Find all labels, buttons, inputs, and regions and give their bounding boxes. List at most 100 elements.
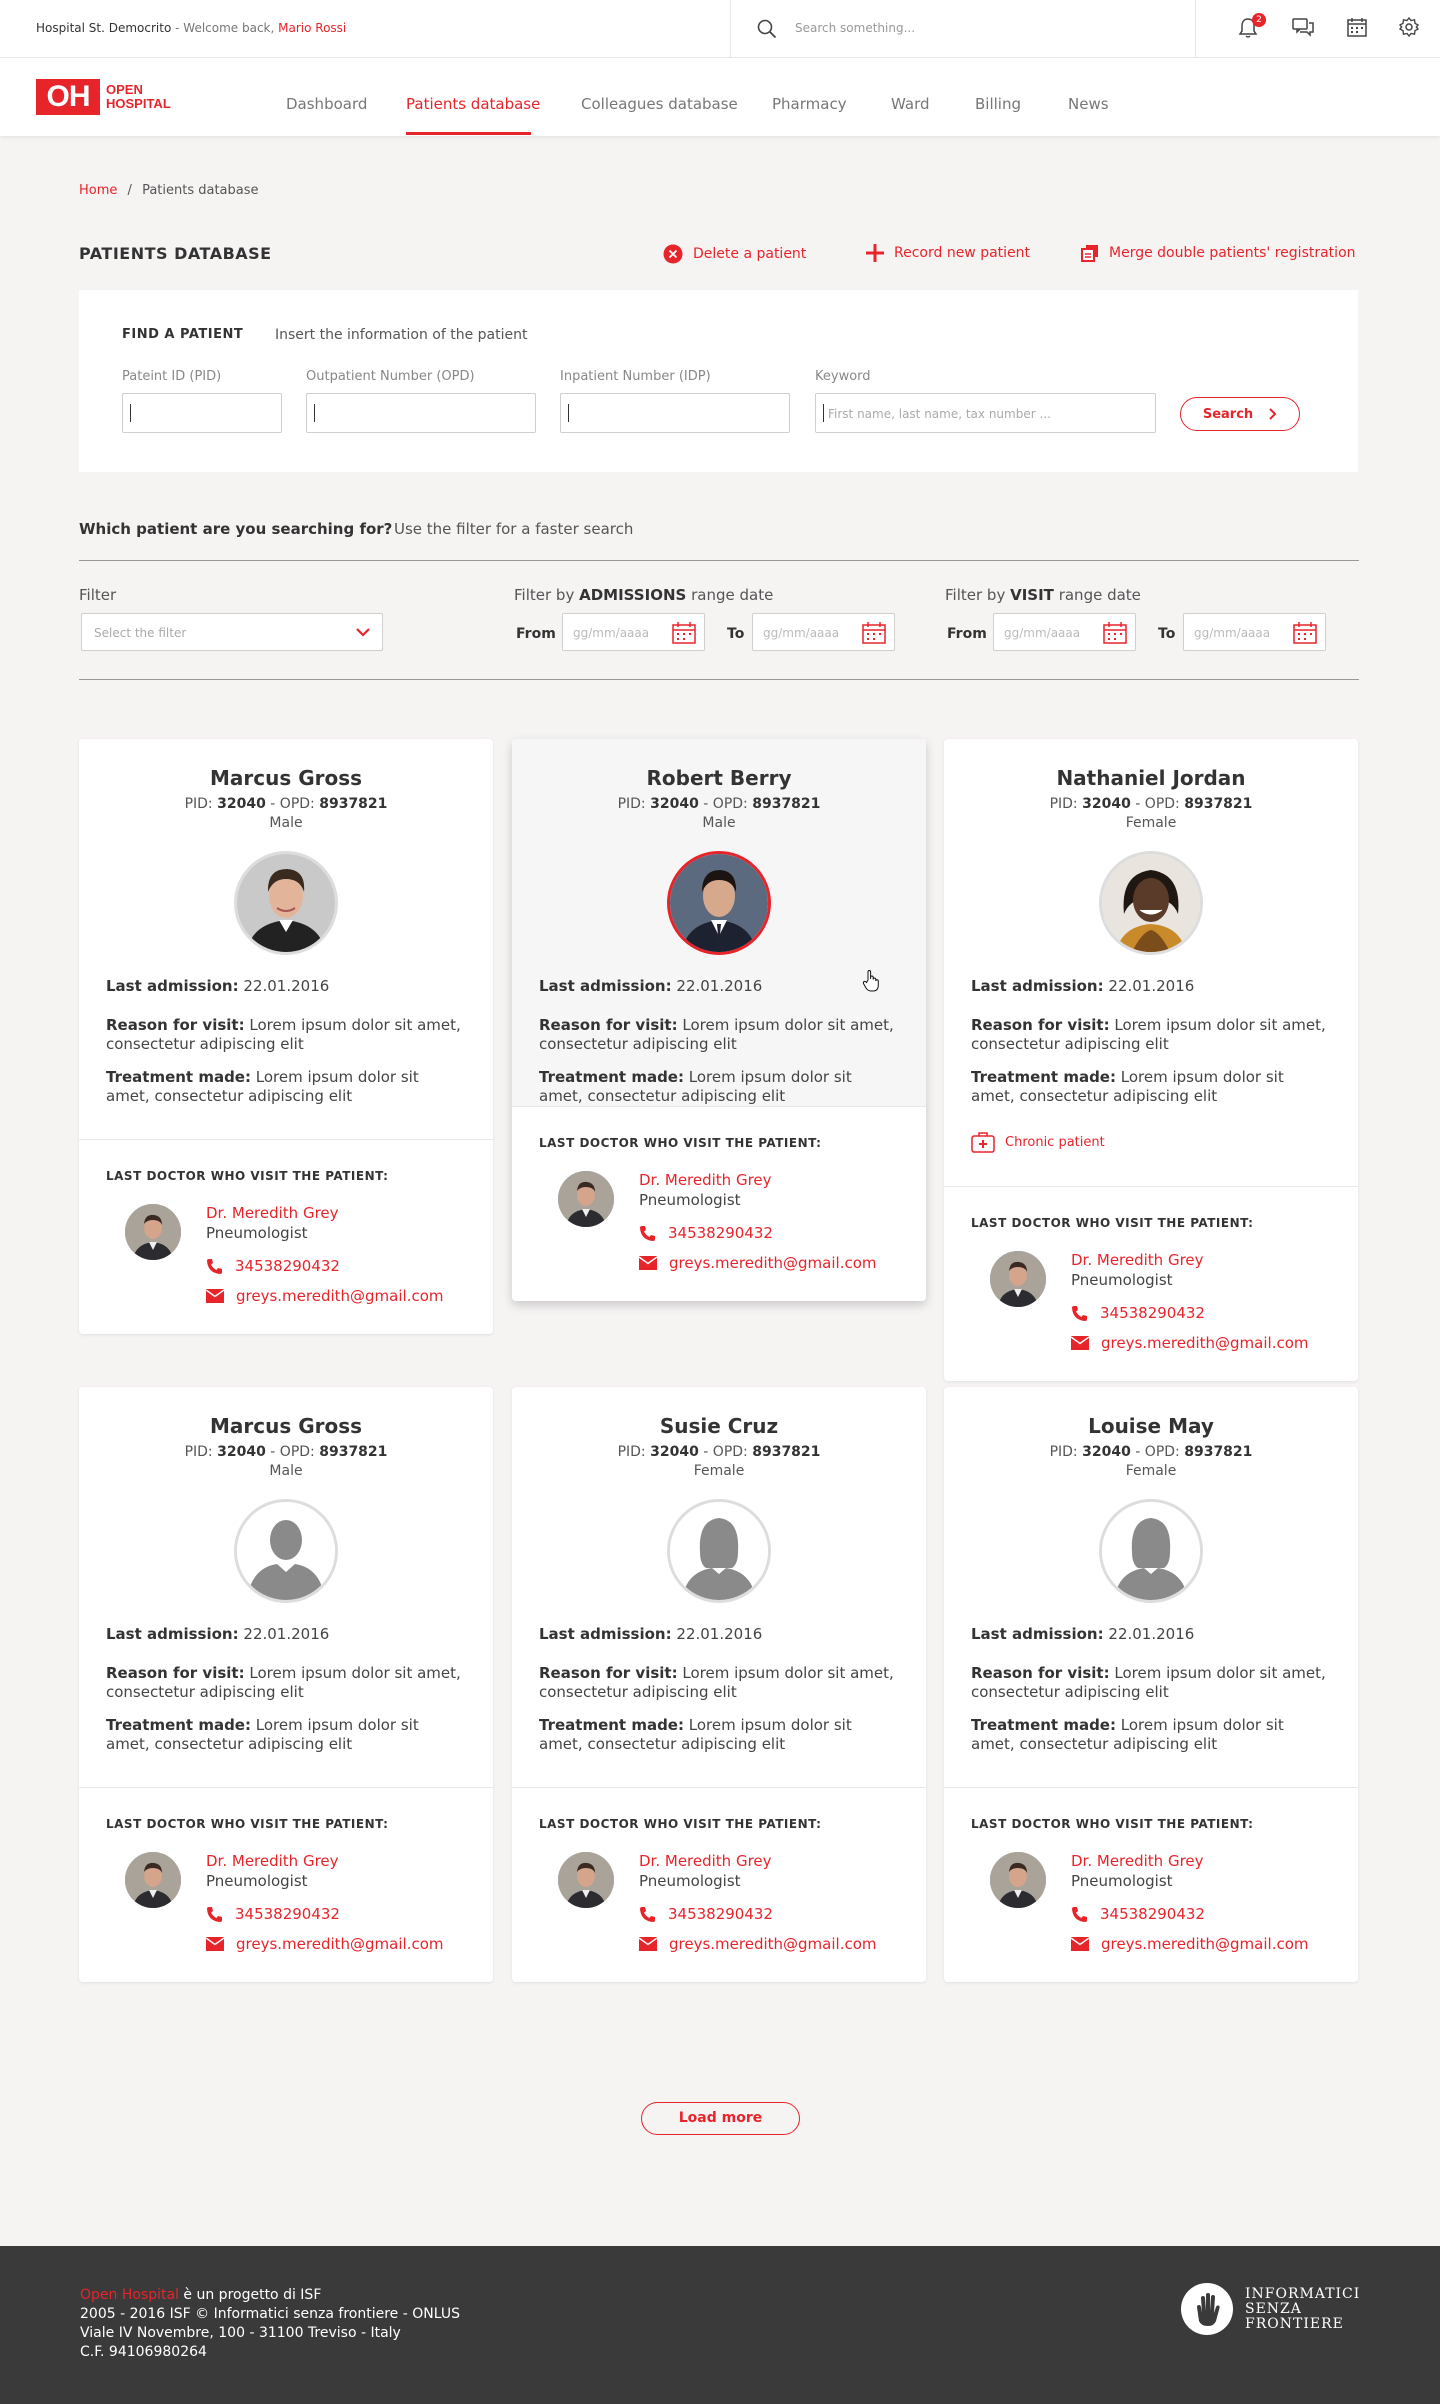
visit-from-date[interactable]: gg/mm/aaaa — [993, 613, 1136, 651]
reason-for-visit: Reason for visit: Lorem ipsum dolor sit … — [539, 1016, 894, 1053]
patient-photo-image — [1102, 854, 1200, 952]
patient-gender: Male — [269, 815, 303, 831]
doctor-phone[interactable]: 34538290432 — [639, 1905, 773, 1923]
nav-pharmacy[interactable]: Pharmacy — [772, 95, 847, 113]
global-search[interactable]: Search something... — [730, 0, 1196, 58]
patient-card[interactable]: Marcus Gross PID: 32040 - OPD: 8937821 M… — [79, 1387, 493, 1982]
patient-card[interactable]: Louise May PID: 32040 - OPD: 8937821 Fem… — [944, 1387, 1358, 1982]
patient-card[interactable]: Marcus Gross PID: 32040 - OPD: 8937821 M… — [79, 739, 493, 1334]
plus-icon — [866, 244, 884, 262]
chevron-right-icon — [1269, 408, 1277, 420]
messages-button[interactable] — [1292, 17, 1314, 41]
visit-from-label: From — [947, 626, 987, 642]
admissions-from-label: From — [516, 626, 556, 642]
user-name[interactable]: Mario Rossi — [278, 21, 346, 35]
admissions-from-date[interactable]: gg/mm/aaaa — [562, 613, 705, 651]
doctor-phone[interactable]: 34538290432 — [206, 1905, 340, 1923]
doctor-phone[interactable]: 34538290432 — [1071, 1304, 1205, 1322]
doctor-email[interactable]: greys.meredith@gmail.com — [206, 1935, 444, 1953]
delete-patient-button[interactable]: Delete a patient — [663, 244, 806, 264]
last-doctor-title: LAST DOCTOR WHO VISIT THE PATIENT: — [971, 1216, 1254, 1230]
footer-brand-link[interactable]: Open Hospital — [80, 2287, 179, 2303]
logo-text: OPEN HOSPITAL — [106, 82, 171, 111]
nav-colleagues-database[interactable]: Colleagues database — [581, 95, 738, 113]
doctor-phone[interactable]: 34538290432 — [1071, 1905, 1205, 1923]
notifications-button[interactable]: 2 — [1238, 13, 1266, 43]
doctor-email[interactable]: greys.meredith@gmail.com — [639, 1254, 877, 1272]
record-new-patient-button[interactable]: Record new patient — [866, 244, 1030, 262]
doctor-email[interactable]: greys.meredith@gmail.com — [1071, 1334, 1309, 1352]
patient-card[interactable]: Robert Berry PID: 32040 - OPD: 8937821 M… — [512, 739, 926, 1301]
last-admission: Last admission: 22.01.2016 — [971, 1625, 1195, 1643]
patient-photo — [234, 851, 338, 955]
mail-icon — [1071, 1937, 1089, 1951]
doctor-name[interactable]: Dr. Meredith Grey — [206, 1852, 339, 1870]
chevron-down-icon — [356, 628, 370, 637]
load-more-button[interactable]: Load more — [641, 2102, 800, 2135]
doctor-name[interactable]: Dr. Meredith Grey — [1071, 1852, 1204, 1870]
phone-icon — [207, 1906, 222, 1922]
doctor-email[interactable]: greys.meredith@gmail.com — [206, 1287, 444, 1305]
last-admission: Last admission: 22.01.2016 — [106, 1625, 330, 1643]
patient-ids: PID: 32040 - OPD: 8937821 — [617, 796, 821, 812]
mail-icon — [206, 1289, 224, 1303]
doctor-name[interactable]: Dr. Meredith Grey — [1071, 1251, 1204, 1269]
visit-to-date[interactable]: gg/mm/aaaa — [1183, 613, 1326, 651]
gear-icon — [1398, 16, 1420, 38]
treatment-made: Treatment made: Lorem ipsum dolor sit am… — [971, 1068, 1284, 1105]
doctor-email[interactable]: greys.meredith@gmail.com — [639, 1935, 877, 1953]
visit-to-label: To — [1158, 626, 1176, 642]
patient-gender: Male — [702, 815, 736, 831]
doctor-name[interactable]: Dr. Meredith Grey — [206, 1204, 339, 1222]
settings-button[interactable] — [1398, 16, 1420, 41]
calendar-button[interactable] — [1347, 17, 1367, 41]
patient-gender: Female — [1125, 815, 1177, 831]
notification-badge: 2 — [1252, 13, 1266, 27]
nav-news[interactable]: News — [1068, 95, 1109, 113]
nav-billing[interactable]: Billing — [975, 95, 1021, 113]
patient-card[interactable]: Susie Cruz PID: 32040 - OPD: 8937821 Fem… — [512, 1387, 926, 1982]
filter-label: Filter — [79, 586, 117, 604]
doctor-role: Pneumologist — [639, 1191, 741, 1209]
patient-ids: PID: 32040 - OPD: 8937821 — [1049, 796, 1253, 812]
doctor-name[interactable]: Dr. Meredith Grey — [639, 1852, 772, 1870]
last-doctor-section: LAST DOCTOR WHO VISIT THE PATIENT: Dr. M… — [944, 1187, 1358, 1381]
keyword-input[interactable]: First name, last name, tax number ... — [815, 393, 1156, 433]
patient-summary: Robert Berry PID: 32040 - OPD: 8937821 M… — [512, 739, 926, 1106]
search-button[interactable]: Search — [1180, 397, 1300, 431]
admissions-to-date[interactable]: gg/mm/aaaa — [752, 613, 895, 651]
nav-dashboard[interactable]: Dashboard — [286, 95, 367, 113]
filter-select[interactable]: Select the filter — [81, 613, 383, 651]
last-admission: Last admission: 22.01.2016 — [971, 977, 1195, 995]
doctor-phone[interactable]: 34538290432 — [639, 1224, 773, 1242]
phone-icon — [640, 1906, 655, 1922]
last-admission: Last admission: 22.01.2016 — [539, 977, 763, 995]
keyword-label: Keyword — [815, 369, 871, 384]
patient-ids: PID: 32040 - OPD: 8937821 — [617, 1444, 821, 1460]
isf-logo[interactable]: INFORMATICI SENZA FRONTIERE — [1181, 2283, 1360, 2335]
idp-input[interactable] — [560, 393, 790, 433]
doctor-email[interactable]: greys.meredith@gmail.com — [1071, 1935, 1309, 1953]
find-patient-panel: FIND A PATIENT Insert the information of… — [79, 290, 1358, 472]
calendar-icon — [1347, 18, 1367, 37]
merge-patients-button[interactable]: Merge double patients' registration — [1081, 244, 1356, 262]
doctor-name[interactable]: Dr. Meredith Grey — [639, 1171, 772, 1189]
last-doctor-title: LAST DOCTOR WHO VISIT THE PATIENT: — [539, 1817, 822, 1831]
pid-input[interactable] — [122, 393, 282, 433]
opd-input[interactable] — [306, 393, 536, 433]
medical-kit-icon — [971, 1132, 995, 1153]
idp-label: Inpatient Number (IDP) — [560, 369, 711, 384]
breadcrumb-home[interactable]: Home — [79, 183, 117, 198]
last-doctor-title: LAST DOCTOR WHO VISIT THE PATIENT: — [106, 1169, 389, 1183]
search-icon — [757, 19, 777, 39]
treatment-made: Treatment made: Lorem ipsum dolor sit am… — [539, 1068, 852, 1105]
active-nav-indicator — [406, 132, 531, 135]
patient-card[interactable]: Nathaniel Jordan PID: 32040 - OPD: 89378… — [944, 739, 1358, 1381]
open-hospital-logo[interactable]: OH OPEN HOSPITAL — [36, 79, 171, 115]
nav-ward[interactable]: Ward — [891, 95, 930, 113]
patient-gender: Female — [1125, 1463, 1177, 1479]
mail-icon — [1071, 1336, 1089, 1350]
nav-patients-database[interactable]: Patients database — [406, 95, 540, 113]
doctor-phone[interactable]: 34538290432 — [206, 1257, 340, 1275]
merge-documents-icon — [1081, 245, 1098, 262]
